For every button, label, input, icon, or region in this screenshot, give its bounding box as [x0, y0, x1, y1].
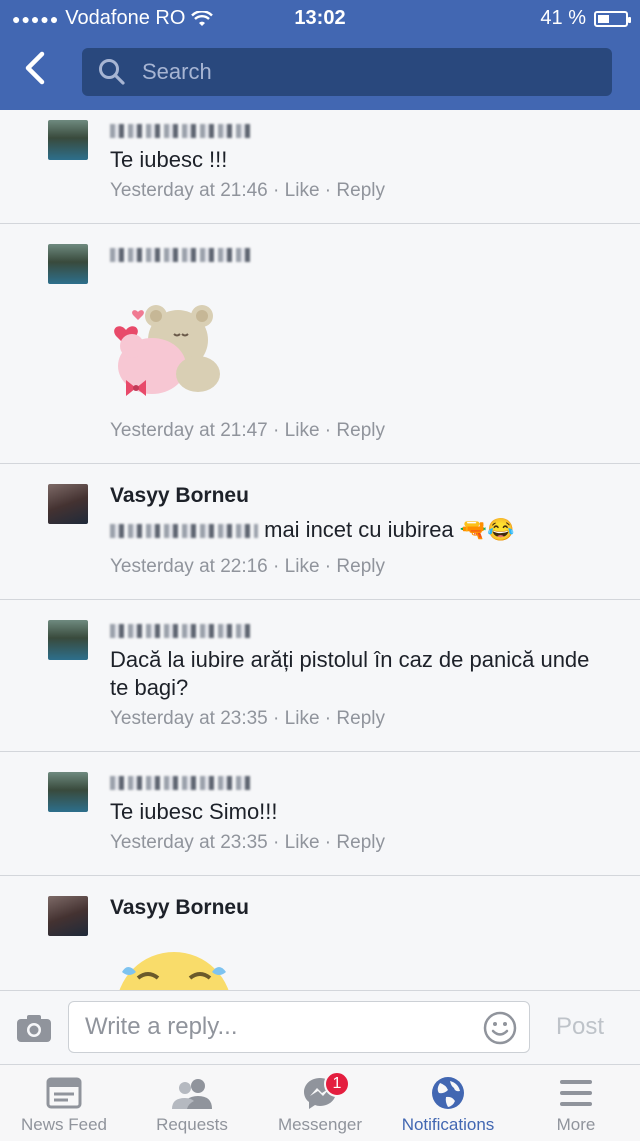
- avatar[interactable]: [48, 772, 88, 812]
- like-link[interactable]: Like: [285, 708, 320, 729]
- comment-text: Dacă la iubire arăți pistolul în caz de …: [110, 647, 590, 700]
- search-icon: [98, 58, 134, 86]
- tab-bar: News Feed Requests 1 Messenger Notificat…: [0, 1064, 640, 1141]
- avatar[interactable]: [48, 896, 88, 936]
- battery-fill: [598, 14, 609, 23]
- tab-label: Messenger: [277, 1115, 363, 1134]
- comment-item: Dacă la iubire arăți pistolul în caz de …: [0, 600, 640, 752]
- tab-label: Requests: [156, 1115, 228, 1134]
- battery-percent: 41 %: [540, 7, 586, 29]
- like-link[interactable]: Like: [285, 556, 320, 577]
- comment-meta: Yesterday at 23:35 · Like · Reply: [110, 832, 385, 853]
- avatar[interactable]: [48, 244, 88, 284]
- comment-list[interactable]: Te iubesc !!! Yesterday at 21:46 · Like …: [0, 110, 640, 990]
- search-bar[interactable]: Search: [82, 48, 612, 96]
- search-placeholder: Search: [142, 59, 212, 84]
- comment-time: Yesterday at 23:35: [110, 708, 268, 729]
- comment-author[interactable]: Vasyy Borneu: [110, 484, 249, 508]
- reply-link[interactable]: Reply: [336, 708, 385, 729]
- comment-time: Yesterday at 23:35: [110, 832, 268, 853]
- avatar[interactable]: [48, 120, 88, 160]
- news-feed-icon: [46, 1075, 82, 1111]
- comment-meta: Yesterday at 21:46 · Like · Reply: [110, 180, 385, 201]
- tab-notifications[interactable]: Notifications: [384, 1065, 512, 1141]
- comment-meta: Yesterday at 23:35 · Like · Reply: [110, 708, 385, 729]
- comment-item: Vasyy Borneu mai incet cu iubirea 🔫😂 Yes…: [0, 464, 640, 600]
- blurred-mention[interactable]: [110, 524, 258, 539]
- comment-time: Yesterday at 22:16: [110, 556, 268, 577]
- battery-group: 41 %: [540, 7, 631, 30]
- reply-field[interactable]: [68, 1001, 530, 1053]
- reply-link[interactable]: Reply: [336, 420, 385, 441]
- emoji-button[interactable]: [483, 1011, 517, 1045]
- tab-label: More: [556, 1115, 596, 1134]
- back-button[interactable]: [22, 50, 62, 94]
- comment-meta: Yesterday at 21:47 · Like · Reply: [110, 420, 385, 441]
- battery-icon: [594, 10, 631, 27]
- reply-link[interactable]: Reply: [336, 556, 385, 577]
- blurred-author-name: [110, 624, 250, 638]
- avatar[interactable]: [48, 620, 88, 660]
- blurred-author-name: [110, 776, 250, 790]
- reply-input[interactable]: [83, 1012, 467, 1042]
- menu-icon: [558, 1075, 594, 1111]
- chevron-left-icon: [25, 51, 45, 85]
- tab-news-feed[interactable]: News Feed: [0, 1065, 128, 1141]
- blurred-author-name: [110, 124, 250, 138]
- comment-author[interactable]: [110, 244, 250, 268]
- blurred-author-name: [110, 248, 250, 262]
- comment-text: Te iubesc !!!: [110, 147, 228, 172]
- comment-author[interactable]: [110, 620, 250, 644]
- comment-meta: Yesterday at 22:16 · Like · Reply: [110, 556, 385, 577]
- comment-author[interactable]: [110, 772, 250, 796]
- crying-laugh-sticker[interactable]: [108, 948, 240, 990]
- avatar[interactable]: [48, 484, 88, 524]
- globe-icon: [430, 1075, 466, 1111]
- camera-icon: [17, 1015, 51, 1042]
- like-link[interactable]: Like: [285, 180, 320, 201]
- tab-messenger[interactable]: 1 Messenger: [256, 1065, 384, 1141]
- tab-label: Notifications: [401, 1115, 495, 1134]
- post-button[interactable]: Post: [556, 1013, 604, 1041]
- pistol-laugh-emoji: 🔫😂: [459, 517, 515, 542]
- comment-time: Yesterday at 21:46: [110, 180, 268, 201]
- like-link[interactable]: Like: [285, 832, 320, 853]
- comment-body: mai incet cu iubirea: [264, 517, 454, 542]
- comment-item: Te iubesc !!! Yesterday at 21:46 · Like …: [0, 110, 640, 224]
- reply-link[interactable]: Reply: [336, 180, 385, 201]
- like-link[interactable]: Like: [285, 420, 320, 441]
- reply-bar: Post: [0, 990, 640, 1065]
- bear-hug-sticker[interactable]: [108, 294, 240, 406]
- comment-text: Te iubesc Simo!!!: [110, 799, 278, 824]
- reply-link[interactable]: Reply: [336, 832, 385, 853]
- tab-more[interactable]: More: [512, 1065, 640, 1141]
- camera-button[interactable]: [16, 1013, 52, 1043]
- tab-requests[interactable]: Requests: [128, 1065, 256, 1141]
- requests-icon: [170, 1075, 214, 1111]
- top-bar: ●●●●● Vodafone RO 13:02 41 % Search: [0, 0, 640, 110]
- comment-author[interactable]: Vasyy Borneu: [110, 896, 249, 920]
- smiley-icon: [483, 1011, 517, 1045]
- comment-author[interactable]: [110, 120, 250, 144]
- comment-item: Te iubesc Simo!!! Yesterday at 23:35 · L…: [0, 752, 640, 876]
- tab-label: News Feed: [21, 1115, 107, 1134]
- comment-item: Vasyy Borneu: [0, 876, 640, 990]
- comment-time: Yesterday at 21:47: [110, 420, 268, 441]
- comment-item: Yesterday at 21:47 · Like · Reply: [0, 224, 640, 464]
- status-bar: ●●●●● Vodafone RO 13:02 41 %: [0, 0, 640, 36]
- notification-badge: 1: [324, 1071, 350, 1097]
- comment-text: mai incet cu iubirea 🔫😂: [110, 516, 610, 544]
